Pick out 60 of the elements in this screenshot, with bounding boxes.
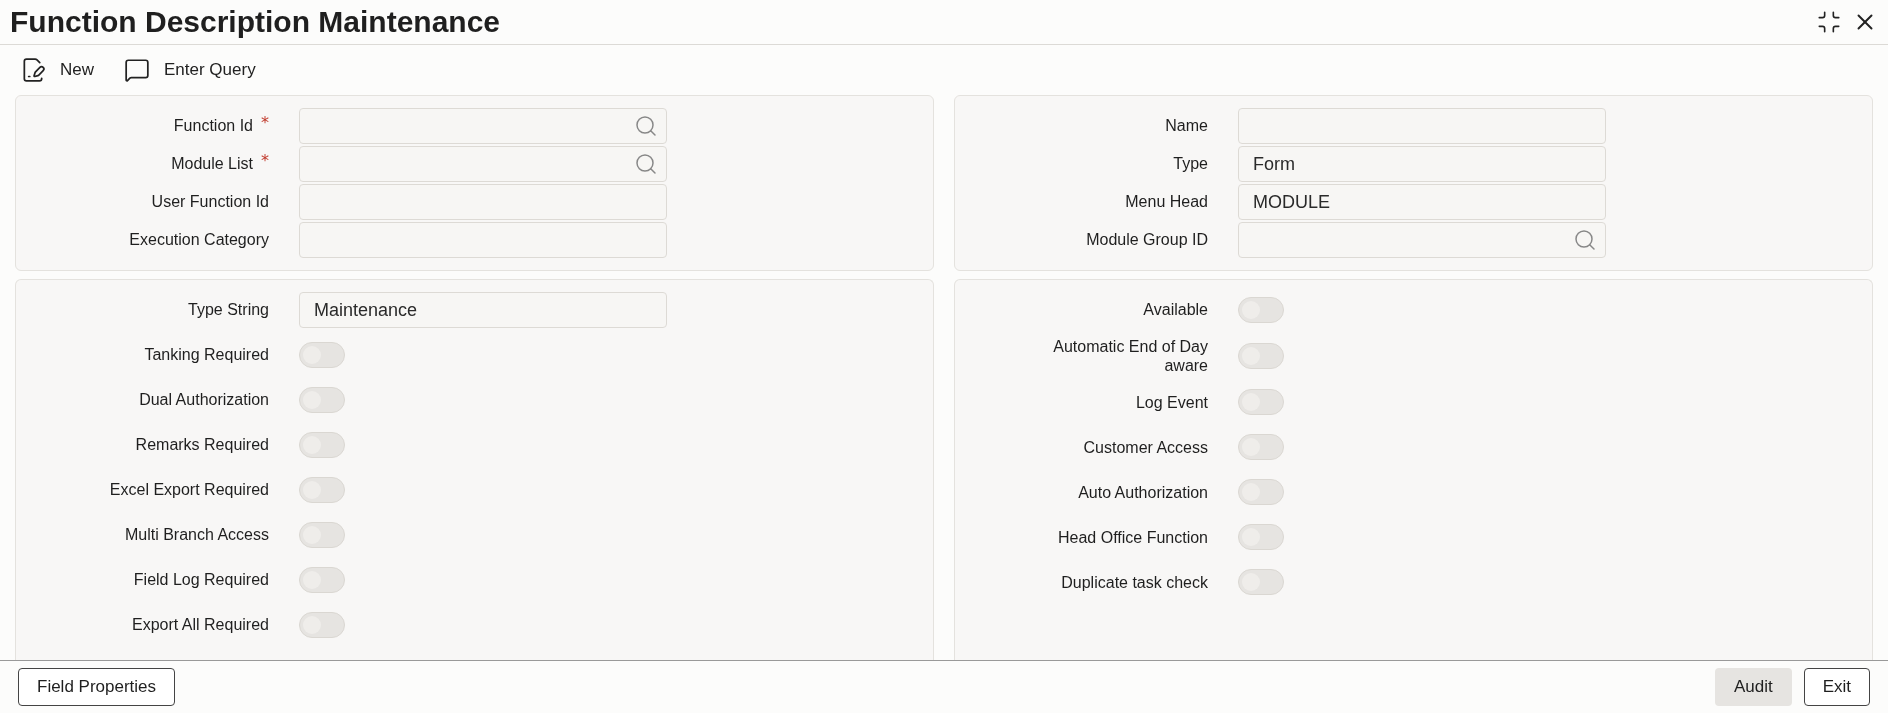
toggle-switch[interactable] [299, 432, 345, 458]
input-field[interactable] [299, 146, 667, 182]
search-icon[interactable] [634, 114, 658, 138]
input-field[interactable]: MODULE [1238, 184, 1606, 220]
minimize-icon[interactable] [1816, 9, 1842, 35]
toggle-switch[interactable] [1238, 389, 1284, 416]
field-label: Duplicate task check [1061, 572, 1208, 592]
input-field[interactable]: Maintenance [299, 292, 667, 328]
field-label: Module Group ID [1086, 230, 1208, 250]
input-field[interactable] [299, 108, 667, 144]
search-icon[interactable] [634, 152, 658, 176]
field-label: Available [1143, 300, 1208, 320]
toggle-switch[interactable] [299, 477, 345, 503]
field-label: Module List [171, 154, 253, 174]
field-label: Head Office Function [1058, 527, 1208, 547]
footer-button[interactable]: Exit [1803, 668, 1870, 706]
document-edit-icon [20, 57, 46, 83]
field-label: Field Log Required [133, 570, 269, 590]
required-mark: * [261, 150, 269, 170]
query-button[interactable]: Enter Query [124, 57, 256, 83]
field-label: Execution Category [129, 230, 269, 250]
field-label: Type String [188, 300, 269, 320]
input-field[interactable] [1238, 108, 1606, 144]
field-label: Export All Required [132, 615, 269, 635]
field-label: Remarks Required [135, 435, 269, 455]
required-mark: * [261, 112, 269, 132]
search-icon[interactable] [1573, 228, 1597, 252]
toggle-switch[interactable] [1238, 569, 1284, 596]
footer-button[interactable]: Field Properties [18, 668, 176, 706]
new-button[interactable]: New [20, 57, 94, 83]
speech-bubble-icon [124, 57, 150, 83]
toggle-switch[interactable] [299, 612, 345, 638]
input-field[interactable] [299, 184, 667, 220]
toggle-switch[interactable] [299, 342, 345, 368]
input-field[interactable] [1238, 222, 1606, 258]
field-label: Automatic End of Day aware [1052, 337, 1208, 376]
input-field[interactable] [299, 222, 667, 258]
field-label: Name [1165, 116, 1208, 136]
input-field[interactable]: Form [1238, 146, 1606, 182]
field-label: Excel Export Required [109, 480, 269, 500]
toggle-switch[interactable] [299, 522, 345, 548]
toggle-switch[interactable] [299, 567, 345, 593]
toggle-switch[interactable] [299, 387, 345, 413]
toggle-switch[interactable] [1238, 479, 1284, 506]
field-label: Customer Access [1083, 437, 1208, 457]
toggle-switch[interactable] [1238, 524, 1284, 551]
toggle-switch[interactable] [1238, 434, 1284, 461]
field-label: Type [1173, 154, 1208, 174]
field-label: Tanking Required [144, 345, 269, 365]
field-label: Multi Branch Access [124, 525, 269, 545]
field-label: User Function Id [151, 192, 269, 212]
field-label: Menu Head [1125, 192, 1208, 212]
field-label: Log Event [1135, 392, 1208, 412]
field-label: Function Id [173, 116, 253, 136]
field-label: Dual Authorization [139, 390, 269, 410]
footer-button[interactable]: Audit [1714, 668, 1792, 706]
toggle-switch[interactable] [1238, 343, 1284, 370]
field-label: Auto Authorization [1078, 482, 1208, 502]
toggle-switch[interactable] [1238, 297, 1284, 323]
window-title: Function Description Maintenance [10, 5, 501, 39]
